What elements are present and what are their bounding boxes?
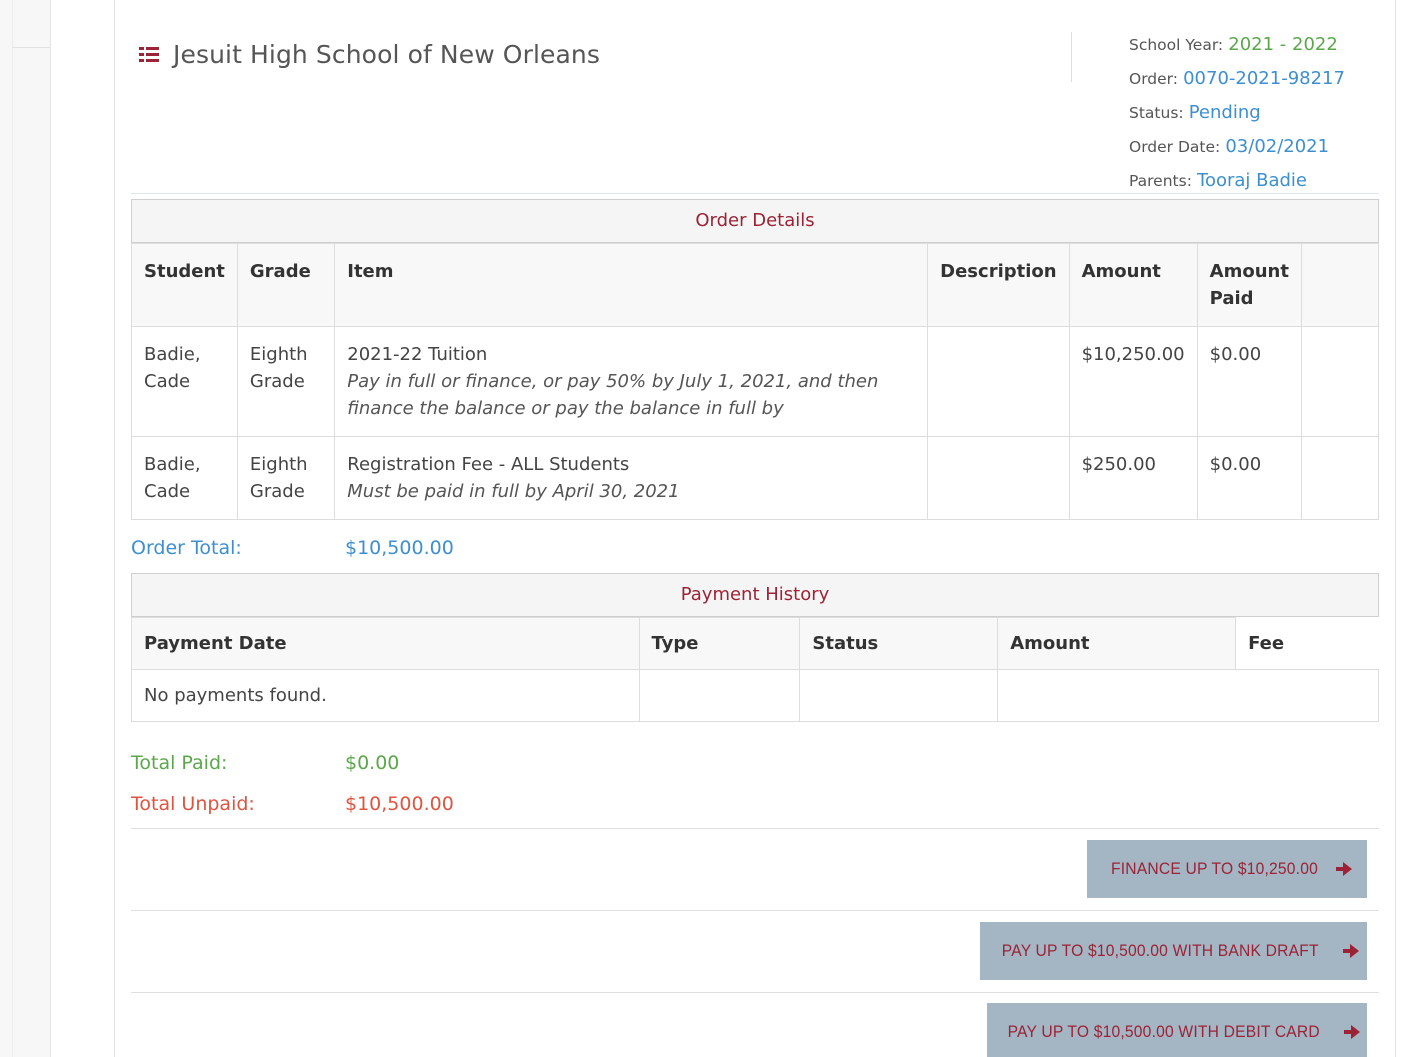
payment-history-caption: Payment History [131, 573, 1379, 617]
order-total-label: Order Total: [131, 537, 242, 559]
extra-cell [1300, 326, 1380, 437]
total-unpaid-value: $10,500.00 [345, 793, 454, 815]
column-header-description: Description [927, 243, 1070, 327]
parents-label: Parents: [1129, 172, 1192, 190]
order-total-value: $10,500.00 [345, 537, 454, 559]
finance-button[interactable]: FINANCE UP TO $10,250.00 [1087, 840, 1367, 898]
column-header-amount: Amount [1068, 243, 1198, 327]
grade-cell: Eighth Grade [236, 436, 336, 520]
description-cell [927, 326, 1070, 437]
school-year-value: 2021 - 2022 [1228, 34, 1338, 55]
divider [131, 992, 1379, 993]
item-name: Registration Fee - ALL Students [347, 454, 630, 475]
order-date-value: 03/02/2021 [1225, 136, 1330, 157]
extra-cell [1300, 436, 1380, 520]
total-unpaid-label: Total Unpaid: [131, 793, 255, 815]
order-details-caption: Order Details [131, 199, 1379, 243]
column-header-student: Student [131, 243, 238, 327]
student-cell: Badie, Cade [131, 436, 238, 520]
parents-value: Tooraj Badie [1197, 170, 1308, 191]
arrow-right-icon [1336, 862, 1353, 876]
column-header-item: Item [334, 243, 929, 327]
order-number-row: Order: 0070-2021-98217 [1129, 62, 1345, 96]
payment-history-table: Payment History Payment Date Type Status… [131, 573, 1379, 722]
sidebar-border [12, 0, 13, 1057]
item-note: Pay in full or finance, or pay 50% by Ju… [347, 371, 879, 419]
column-header-extra [1300, 243, 1380, 327]
description-cell [927, 436, 1070, 520]
header-separator [131, 193, 1379, 194]
column-header-payment-date: Payment Date [131, 617, 640, 670]
school-year-label: School Year: [1129, 36, 1224, 54]
left-sidebar [0, 0, 51, 1057]
amount-cell: $250.00 [1068, 436, 1198, 520]
status-label: Status: [1129, 104, 1184, 122]
type-cell [638, 669, 801, 722]
amount-paid-cell: $0.00 [1196, 326, 1302, 437]
item-cell: 2021-22 Tuition Pay in full or finance, … [334, 326, 929, 437]
column-header-status: Status [799, 617, 999, 670]
arrow-right-icon [1343, 1025, 1360, 1039]
item-note: Must be paid in full by April 30, 2021 [347, 481, 680, 502]
debit-card-button[interactable]: PAY UP TO $10,500.00 WITH DEBIT CARD [987, 1003, 1367, 1057]
arrow-right-icon [1342, 944, 1359, 958]
status-value: Pending [1188, 102, 1261, 123]
column-header-amount-paid: Amount Paid [1196, 243, 1302, 327]
total-paid-value: $0.00 [345, 752, 400, 774]
grade-cell: Eighth Grade [236, 326, 336, 437]
empty-message: No payments found. [131, 669, 640, 722]
debit-card-button-label: PAY UP TO $10,500.00 WITH DEBIT CARD [1007, 1022, 1321, 1041]
header-divider [1071, 32, 1072, 82]
order-date-row: Order Date: 03/02/2021 [1129, 130, 1345, 164]
page-title: Jesuit High School of New Orleans [139, 40, 600, 69]
order-number-value: 0070-2021-98217 [1183, 68, 1345, 89]
amount-cell [997, 669, 1379, 722]
finance-button-label: FINANCE UP TO $10,250.00 [1110, 859, 1318, 878]
divider [131, 828, 1379, 829]
divider [131, 910, 1379, 911]
school-year-row: School Year: 2021 - 2022 [1129, 28, 1345, 62]
table-row: Badie, Cade Eighth Grade Registration Fe… [131, 436, 1380, 520]
bank-draft-button[interactable]: PAY UP TO $10,500.00 WITH BANK DRAFT [980, 922, 1367, 980]
order-date-label: Order Date: [1129, 138, 1221, 156]
school-name: Jesuit High School of New Orleans [173, 40, 600, 69]
bank-draft-button-label: PAY UP TO $10,500.00 WITH BANK DRAFT [1002, 941, 1319, 960]
column-header-type: Type [638, 617, 801, 670]
status-cell [799, 669, 999, 722]
table-row: No payments found. [131, 669, 1379, 722]
student-cell: Badie, Cade [131, 326, 238, 437]
order-panel: Jesuit High School of New Orleans School… [114, 0, 1396, 1057]
total-paid-label: Total Paid: [131, 752, 228, 774]
status-row: Status: Pending [1129, 96, 1345, 130]
order-number-label: Order: [1129, 70, 1178, 88]
item-cell: Registration Fee - ALL Students Must be … [334, 436, 929, 520]
table-row: Badie, Cade Eighth Grade 2021-22 Tuition… [131, 326, 1380, 437]
column-header-fee: Fee [1235, 617, 1379, 670]
sidebar-divider [12, 47, 50, 48]
order-details-table: Order Details Student Grade Item Descrip… [131, 199, 1380, 520]
amount-paid-cell: $0.00 [1196, 436, 1302, 520]
column-header-grade: Grade [236, 243, 336, 327]
item-name: 2021-22 Tuition [347, 344, 488, 365]
order-info: School Year: 2021 - 2022 Order: 0070-202… [1129, 28, 1345, 198]
column-header-amount: Amount [997, 617, 1237, 670]
amount-cell: $10,250.00 [1068, 326, 1198, 437]
list-icon [139, 46, 159, 63]
